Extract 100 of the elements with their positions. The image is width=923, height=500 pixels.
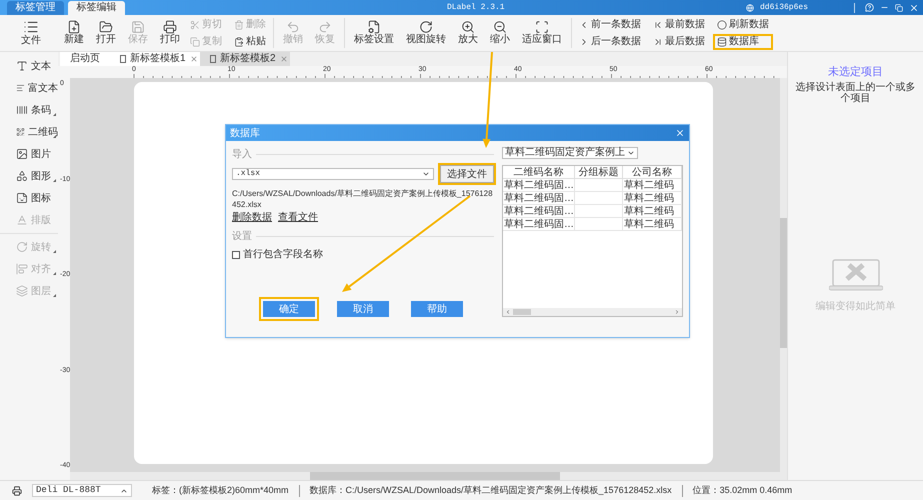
barcode-icon (16, 104, 28, 116)
table-cell (575, 192, 623, 205)
chevron-last-icon (653, 36, 663, 46)
layers-icon (16, 285, 28, 297)
table-cell: 草料二维码固… (503, 179, 575, 192)
ribbon-button[interactable]: 前一条数据 (575, 16, 645, 32)
zoom-out-icon (493, 20, 507, 34)
scissors-icon (190, 20, 200, 30)
ribbon-button[interactable]: 标签设置 (348, 16, 400, 50)
circle-icon (717, 20, 727, 30)
close-icon[interactable] (909, 2, 919, 12)
file-settings-icon (367, 20, 381, 34)
file-menu-button[interactable]: 文件 (16, 19, 46, 47)
link[interactable]: 查看文件 (278, 210, 318, 225)
undo-icon (286, 20, 300, 34)
qr-code-icon (16, 126, 25, 138)
scrollbar-thumb[interactable] (513, 309, 531, 315)
ribbon-button[interactable]: 数据库 (713, 34, 773, 50)
ribbon-button[interactable]: 刷新数据 (713, 16, 773, 32)
table-cell (575, 179, 623, 192)
checkbox-label: 首行包含字段名称 (243, 248, 323, 262)
table-cell (575, 205, 623, 218)
table-cell: 草料二维码 (623, 179, 682, 192)
printer-icon (163, 20, 177, 34)
vertical-scrollbar[interactable] (780, 78, 787, 472)
help-icon[interactable] (865, 3, 874, 12)
file-path: C:/Users/WZSAL/Downloads/草料二维码固定资产案例上传模板_1576128452.xlsx (232, 188, 494, 210)
globe-icon (746, 4, 754, 12)
clipboard-icon (234, 36, 244, 46)
typography-icon (16, 214, 28, 226)
data-source: 数据库：C:/Users/WZSAL/Downloads/草料二维码固定资产案例上传模板_1576128452.xlsx (310, 484, 672, 497)
ribbon-button[interactable]: 后一条数据 (575, 34, 645, 50)
ribbon-button[interactable]: 适应窗口 (516, 16, 568, 50)
column-header: 分组标题 (575, 166, 623, 179)
table-cell: 草料二维码 (623, 192, 682, 205)
file-type-select[interactable]: .xlsx (232, 168, 434, 180)
printer-select[interactable]: Deli DL-888T (32, 484, 132, 497)
rotate-icon (16, 241, 28, 253)
dialog-title: 数据库 (230, 126, 260, 140)
section-label: 设置 (232, 230, 252, 244)
save-icon (131, 20, 145, 34)
sheet-select[interactable]: 草料二维码固定资产案例上 (502, 147, 638, 159)
tool-button[interactable]: 图标 (0, 187, 58, 209)
fit-frame-icon (535, 20, 549, 34)
ribbon-button[interactable]: 打印 (154, 16, 186, 50)
document-tab[interactable]: 新标签模板2 (200, 52, 290, 66)
copy-icon (190, 36, 200, 46)
printer-icon (12, 486, 22, 496)
app-title: DLabel 2.3.1 (447, 2, 505, 14)
panel-title: 未选定项目 (828, 64, 883, 80)
ribbon-button[interactable]: 视图旋转 (400, 16, 452, 50)
ribbon-button[interactable]: 新建 (58, 16, 90, 50)
table-cell: 草料二维码 (623, 218, 682, 231)
close-icon[interactable] (675, 128, 685, 138)
rotate-icon (419, 20, 433, 34)
user-name: dd6i36p6es (760, 2, 808, 14)
ribbon-button[interactable]: 放大 (452, 16, 484, 50)
close-icon[interactable] (280, 55, 288, 63)
scrollbar-thumb[interactable] (780, 218, 787, 348)
chevron-down-icon (422, 170, 430, 178)
app-tab[interactable]: 标签编辑 (68, 1, 125, 15)
section-label: 导入 (232, 148, 252, 162)
trash-icon (234, 20, 244, 30)
database-icon (717, 36, 727, 46)
cursor-position: 位置：35.02mm 0.46mm (692, 484, 792, 497)
new-file-icon (67, 20, 81, 34)
zoom-in-icon (461, 20, 475, 34)
text-icon (16, 60, 28, 72)
laptop-drawing (828, 258, 882, 290)
close-icon[interactable] (190, 55, 198, 63)
ribbon-button[interactable]: 缩小 (484, 16, 516, 50)
document-tab[interactable]: 新标签模板1 (110, 52, 200, 66)
horizontal-scrollbar[interactable] (70, 472, 787, 480)
ribbon-button[interactable]: 最前数据 (649, 16, 709, 32)
document-tab[interactable]: 启动页 (60, 52, 110, 66)
chevron-down-icon (627, 149, 635, 157)
document-icon (120, 55, 126, 63)
align-icon (16, 263, 28, 275)
chevron-first-icon (653, 20, 663, 30)
restore-icon[interactable] (895, 4, 903, 12)
tool-button[interactable]: 图片 (0, 143, 58, 165)
table-cell: 草料二维码固… (503, 205, 575, 218)
table-cell: 草料二维码固… (503, 218, 575, 231)
tool-button[interactable]: 文本 (0, 55, 58, 77)
tool-button[interactable]: 富文本 (0, 77, 58, 99)
chevron-right-icon (674, 309, 680, 315)
choose-file-button[interactable]: 选择文件 (440, 165, 494, 183)
link[interactable]: 删除数据 (232, 210, 272, 225)
ribbon-button[interactable]: 打开 (90, 16, 122, 50)
table-cell: 草料二维码固… (503, 192, 575, 205)
table-cell: 草料二维码 (623, 205, 682, 218)
ribbon-button[interactable]: 粘贴 (230, 34, 270, 50)
app-tab[interactable]: 标签管理 (7, 1, 64, 15)
folder-icon (99, 20, 113, 34)
panel-subtitle: 选择设计表面上的一个或多个项目 (794, 82, 916, 104)
column-header: 公司名称 (623, 166, 682, 179)
checkbox[interactable] (232, 250, 240, 258)
scrollbar-thumb[interactable] (310, 472, 560, 480)
ribbon-button[interactable]: 最后数据 (649, 34, 709, 50)
table-scrollbar[interactable] (503, 308, 682, 316)
